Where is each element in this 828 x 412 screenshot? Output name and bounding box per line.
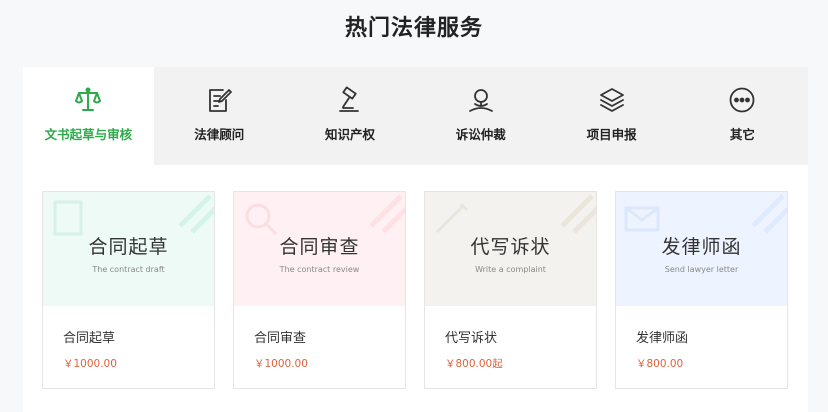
service-card-write-complaint[interactable]: 代写诉状 Write a complaint 代写诉状 ￥800.00起 — [424, 191, 597, 389]
tab-legal-advisor[interactable]: 法律顾问 — [154, 67, 285, 165]
card-price: ￥800.00 — [636, 358, 684, 370]
pen-watermark-icon — [435, 202, 469, 234]
tab-label: 法律顾问 — [194, 127, 245, 142]
stripe-decoration-icon — [369, 194, 405, 234]
stripe-decoration-icon — [751, 194, 787, 234]
card-banner-subtitle: Write a complaint — [475, 265, 546, 274]
tab-label: 知识产权 — [324, 127, 375, 142]
tab-other[interactable]: 其它 — [677, 67, 808, 165]
more-icon — [727, 85, 757, 115]
card-name[interactable]: 合同审查 — [254, 327, 306, 346]
arbitration-icon — [466, 85, 496, 115]
magnifier-watermark-icon — [245, 203, 278, 236]
tab-litigation-arbitration[interactable]: 诉讼仲裁 — [415, 67, 546, 165]
card-banner-subtitle: The contract review — [279, 265, 360, 274]
stripe-decoration-icon — [178, 194, 214, 234]
document-edit-icon — [204, 85, 234, 115]
card-banner-subtitle: The contract draft — [92, 265, 165, 274]
card-banner-subtitle: Send lawyer letter — [664, 265, 739, 274]
tab-intellectual-property[interactable]: 知识产权 — [285, 67, 416, 165]
card-name[interactable]: 发律师函 — [636, 327, 688, 346]
scales-icon — [73, 85, 103, 115]
service-cards-panel: 合同起草 The contract draft 合同起草 ￥1000.00 合同… — [23, 165, 808, 412]
tab-label: 其它 — [729, 127, 755, 142]
tab-project-application[interactable]: 项目申报 — [546, 67, 677, 165]
gavel-icon — [335, 85, 365, 115]
service-card-contract-draft[interactable]: 合同起草 The contract draft 合同起草 ￥1000.00 — [42, 191, 215, 389]
tab-label: 诉讼仲裁 — [455, 127, 506, 142]
card-price: ￥800.00起 — [445, 358, 503, 370]
page-title: 热门法律服务 — [344, 16, 483, 41]
card-name[interactable]: 合同起草 — [63, 327, 115, 346]
card-banner: 代写诉状 Write a complaint — [425, 192, 596, 306]
card-name[interactable]: 代写诉状 — [445, 327, 497, 346]
tab-label: 文书起草与审核 — [44, 127, 133, 142]
card-price: ￥1000.00 — [254, 358, 308, 370]
service-card-lawyer-letter[interactable]: 发律师函 Send lawyer letter 发律师函 ￥800.00 — [615, 191, 788, 389]
envelope-watermark-icon — [624, 206, 660, 232]
tab-label: 项目申报 — [586, 127, 637, 142]
card-banner-title: 代写诉状 — [470, 236, 551, 258]
card-banner-title: 合同审查 — [279, 236, 360, 258]
layers-icon — [597, 85, 627, 115]
card-price: ￥1000.00 — [63, 358, 117, 370]
card-banner: 合同审查 The contract review — [234, 192, 405, 306]
card-banner-title: 发律师函 — [661, 236, 742, 258]
service-card-contract-review[interactable]: 合同审查 The contract review 合同审查 ￥1000.00 — [233, 191, 406, 389]
stripe-decoration-icon — [560, 194, 596, 234]
service-category-tabs: 文书起草与审核 法律顾问 知识产权 诉讼仲裁 项目申报 其它 — [23, 67, 808, 165]
card-banner: 合同起草 The contract draft — [43, 192, 214, 306]
tab-document-drafting[interactable]: 文书起草与审核 — [23, 67, 154, 165]
card-banner: 发律师函 Send lawyer letter — [616, 192, 787, 306]
card-banner-title: 合同起草 — [88, 236, 169, 258]
document-watermark-icon — [53, 200, 83, 236]
